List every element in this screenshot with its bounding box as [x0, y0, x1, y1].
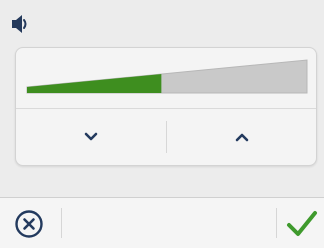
volume-down-button[interactable]	[16, 109, 166, 165]
cancel-button[interactable]	[4, 205, 54, 243]
volume-fill	[27, 60, 162, 93]
volume-buttons	[16, 109, 316, 165]
chevron-up-icon	[235, 133, 249, 142]
checkmark-icon	[287, 211, 317, 236]
volume-dialog	[0, 0, 324, 197]
separator	[61, 208, 62, 238]
volume-up-button[interactable]	[167, 109, 316, 165]
speaker-icon	[6, 10, 34, 38]
separator	[276, 208, 277, 238]
action-bar	[0, 197, 324, 248]
volume-slider[interactable]	[26, 57, 308, 97]
volume-slider-row	[16, 48, 316, 109]
confirm-button[interactable]	[280, 204, 324, 244]
close-circle-icon	[15, 210, 43, 238]
chevron-down-icon	[84, 132, 98, 141]
volume-panel	[15, 47, 317, 166]
